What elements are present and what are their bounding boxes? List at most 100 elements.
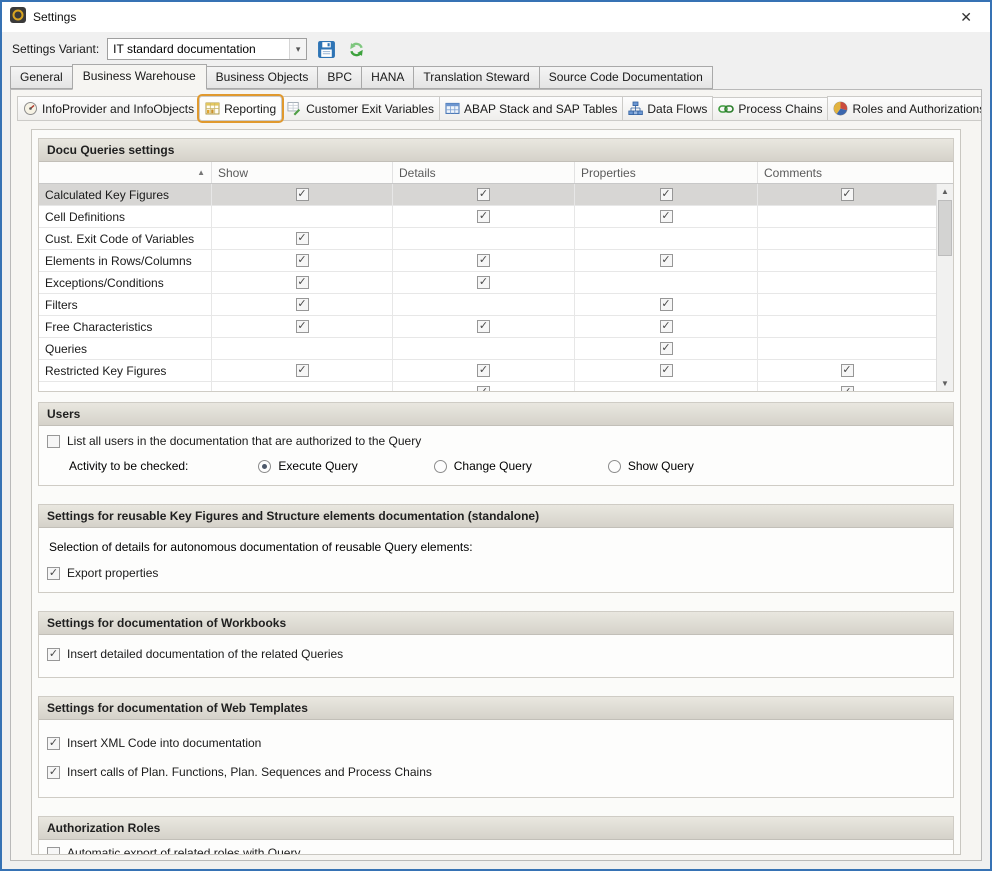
abap-tables-icon [445,101,460,116]
tab-bpc[interactable]: BPC [317,66,362,89]
execute-query-radio[interactable] [258,460,271,473]
workbooks-group-title: Settings for documentation of Workbooks [39,612,953,635]
save-variant-button[interactable] [315,38,337,60]
business-warehouse-page: InfoProvider and InfoObjects Reporting C… [10,89,982,861]
details-checkbox[interactable] [477,320,490,333]
settings-variant-combobox[interactable]: IT standard documentation ▾ [107,38,307,60]
insert-plan-calls-checkbox[interactable] [47,766,60,779]
docu-queries-group: Docu Queries settings ▲ Show Details Pro… [38,138,954,392]
details-checkbox[interactable] [477,364,490,377]
radio-execute-query[interactable]: Execute Query [258,459,357,473]
subtab-label: Reporting [224,102,276,116]
properties-checkbox[interactable] [660,188,673,201]
subtab-reporting[interactable]: Reporting [199,96,282,121]
tab-source-code-documentation[interactable]: Source Code Documentation [539,66,713,89]
show-checkbox[interactable] [296,188,309,201]
table-row[interactable]: Cell Definitions [39,206,953,228]
scroll-up-icon[interactable]: ▲ [937,184,953,199]
show-checkbox[interactable] [296,320,309,333]
table-row[interactable]: Restricted Key Figures [39,360,953,382]
row-label: Elements in Rows/Columns [39,250,211,271]
subtab-customer-exit-variables[interactable]: Customer Exit Variables [281,96,440,121]
execute-query-label: Execute Query [278,459,357,473]
comments-checkbox[interactable] [841,188,854,201]
comments-checkbox[interactable] [841,364,854,377]
show-query-label: Show Query [628,459,694,473]
column-header-details[interactable]: Details [392,162,574,183]
details-checkbox[interactable] [477,210,490,223]
properties-checkbox[interactable] [660,210,673,223]
main-tabstrip: General Business Warehouse Business Obje… [2,66,990,89]
show-query-radio[interactable] [608,460,621,473]
tab-business-warehouse[interactable]: Business Warehouse [72,64,207,90]
refresh-variant-button[interactable] [345,38,367,60]
roles-icon [833,101,848,116]
subtab-data-flows[interactable]: Data Flows [622,96,713,121]
comments-checkbox[interactable] [841,386,854,391]
insert-plan-calls-label: Insert calls of Plan. Functions, Plan. S… [67,765,432,779]
tab-label: Source Code Documentation [549,70,703,84]
column-header-comments[interactable]: Comments [757,162,936,183]
process-chains-icon [718,103,734,115]
auto-export-roles-checkbox[interactable] [47,847,60,856]
sort-ascending-icon[interactable]: ▲ [197,168,205,177]
radio-show-query[interactable]: Show Query [608,459,694,473]
export-properties-checkbox[interactable] [47,567,60,580]
scroll-down-icon[interactable]: ▼ [937,376,953,391]
table-row[interactable]: Cust. Exit Code of Variables [39,228,953,250]
table-row[interactable]: Queries [39,338,953,360]
table-row[interactable]: Free Characteristics [39,316,953,338]
properties-checkbox[interactable] [660,364,673,377]
column-header-element[interactable]: ▲ [39,162,211,183]
dropdown-arrow-icon[interactable]: ▾ [289,39,306,59]
subtab-label: Process Chains [738,102,822,116]
properties-checkbox[interactable] [660,298,673,311]
properties-checkbox[interactable] [660,254,673,267]
table-row[interactable]: Exceptions/Conditions [39,272,953,294]
settings-variant-label: Settings Variant: [12,42,99,56]
tab-business-objects[interactable]: Business Objects [206,66,319,89]
subtab-roles-and-authorizations[interactable]: Roles and Authorizations [827,96,982,121]
details-checkbox[interactable] [477,188,490,201]
table-row-partial[interactable] [39,382,953,391]
table-row[interactable]: Elements in Rows/Columns [39,250,953,272]
subtab-abap-stack-and-sap-tables[interactable]: ABAP Stack and SAP Tables [439,96,623,121]
details-checkbox[interactable] [477,386,490,391]
subtab-infoprovider-and-infoobjects[interactable]: InfoProvider and InfoObjects [17,96,200,121]
list-all-users-checkbox[interactable] [47,435,60,448]
insert-workbook-docu-checkbox[interactable] [47,648,60,661]
tab-translation-steward[interactable]: Translation Steward [413,66,539,89]
insert-workbook-docu-label: Insert detailed documentation of the rel… [67,647,343,661]
table-header-row: ▲ Show Details Properties Comments [39,162,953,184]
subtab-process-chains[interactable]: Process Chains [712,97,828,121]
properties-checkbox[interactable] [660,342,673,355]
table-row[interactable]: Filters [39,294,953,316]
show-checkbox[interactable] [296,298,309,311]
show-checkbox[interactable] [296,276,309,289]
workbooks-group: Settings for documentation of Workbooks … [38,611,954,678]
details-checkbox[interactable] [477,254,490,267]
close-icon[interactable]: ✕ [954,7,978,28]
show-checkbox[interactable] [296,232,309,245]
show-checkbox[interactable] [296,364,309,377]
row-label: Free Characteristics [39,316,211,337]
settings-window: Settings ✕ Settings Variant: IT standard… [0,0,992,871]
change-query-radio[interactable] [434,460,447,473]
row-label [39,382,211,391]
insert-xml-code-checkbox[interactable] [47,737,60,750]
table-row[interactable]: Calculated Key Figures [39,184,953,206]
reporting-icon [205,101,220,116]
window-title: Settings [33,10,76,24]
show-checkbox[interactable] [296,254,309,267]
column-header-properties[interactable]: Properties [574,162,757,183]
details-checkbox[interactable] [477,276,490,289]
properties-checkbox[interactable] [660,320,673,333]
radio-change-query[interactable]: Change Query [434,459,532,473]
tab-hana[interactable]: HANA [361,66,414,89]
reporting-panel: Docu Queries settings ▲ Show Details Pro… [31,129,961,855]
tab-general[interactable]: General [10,66,73,89]
auto-export-roles-label: Automatic export of related roles with Q… [67,846,300,855]
scrollbar-thumb[interactable] [938,200,952,256]
vertical-scrollbar[interactable]: ▲ ▼ [936,184,953,391]
column-header-show[interactable]: Show [211,162,392,183]
